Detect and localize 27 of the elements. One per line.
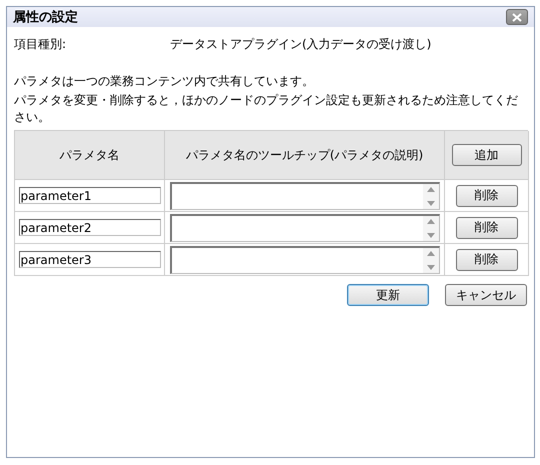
description-field[interactable] bbox=[170, 182, 440, 210]
scroll-up-icon[interactable] bbox=[426, 250, 434, 256]
scroll-down-icon[interactable] bbox=[426, 264, 434, 270]
column-header: パラメタ名のツールチップ(パラメタの説明) bbox=[165, 131, 445, 180]
close-button[interactable] bbox=[506, 9, 528, 25]
dialog-button[interactable]: 更新 bbox=[347, 284, 429, 306]
add-button[interactable]: 追加 bbox=[452, 144, 522, 166]
item-type-value: データストアプラグイン(入力データの受け渡し) bbox=[170, 36, 432, 52]
column-header: パラメタ名 bbox=[15, 131, 165, 180]
notice-text: パラメタは一つの業務コンテンツ内で共有しています。 bbox=[14, 73, 315, 90]
delete-button[interactable]: 削除 bbox=[456, 184, 518, 206]
scroll-down-icon[interactable] bbox=[426, 232, 434, 238]
close-icon bbox=[512, 12, 522, 22]
description-field[interactable] bbox=[170, 246, 440, 274]
scroll-down-icon[interactable] bbox=[426, 200, 434, 206]
parameter-name-field[interactable]: parameter2 bbox=[18, 219, 160, 236]
delete-button[interactable]: 削除 bbox=[456, 248, 518, 270]
scroll-up-icon[interactable] bbox=[426, 218, 434, 224]
window-title: 属性の設定 bbox=[13, 8, 78, 26]
dialog-button[interactable]: キャンセル bbox=[445, 284, 527, 306]
parameter-name-field[interactable]: parameter3 bbox=[18, 251, 160, 268]
description-field[interactable] bbox=[170, 214, 440, 242]
item-type-label: 項目種別: bbox=[14, 36, 68, 52]
notice-text: パラメタを変更・削除すると，ほかのノードのプラグイン設定も更新されるため注意してください。 bbox=[14, 92, 519, 126]
parameter-name-field[interactable]: parameter1 bbox=[18, 187, 160, 204]
delete-button[interactable]: 削除 bbox=[456, 216, 518, 238]
scroll-up-icon[interactable] bbox=[426, 186, 434, 192]
